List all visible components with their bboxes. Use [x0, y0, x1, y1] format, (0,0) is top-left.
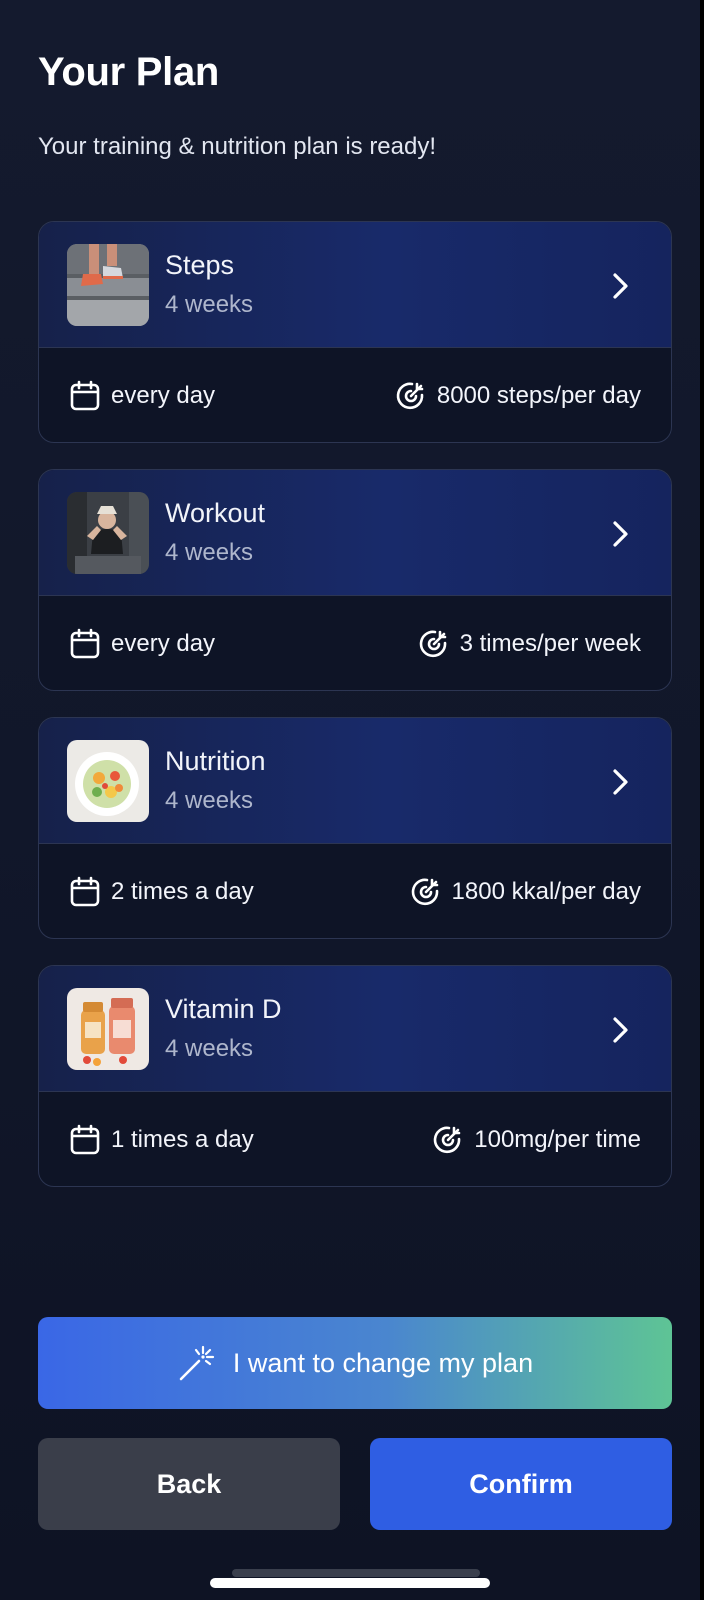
plan-frequency: every day [69, 628, 215, 660]
chevron-right-icon[interactable] [611, 768, 631, 796]
plan-card-vitamin-d: Vitamin D 4 weeks 1 times a day 100mg/pe… [38, 965, 672, 1187]
plan-goal: 100mg/per time [432, 1124, 641, 1156]
plan-goal: 8000 steps/per day [395, 380, 641, 412]
calendar-icon [70, 380, 100, 411]
plan-goal: 1800 kkal/per day [410, 876, 641, 908]
change-plan-label: I want to change my plan [232, 1347, 534, 1378]
plan-goal: 3 times/per week [418, 628, 641, 660]
goal-text: 3 times/per week [459, 630, 641, 657]
back-button[interactable]: Back [38, 1438, 340, 1530]
frequency-text: 2 times a day [111, 878, 254, 905]
frequency-text: 1 times a day [111, 1126, 254, 1153]
plan-name: Steps [165, 250, 235, 280]
magic-wand-icon [179, 1345, 215, 1381]
plan-screen: Your Plan Your training & nutrition plan… [0, 0, 700, 1600]
target-icon [434, 1126, 461, 1154]
frequency-text: every day [111, 630, 216, 657]
calendar-icon [70, 628, 100, 659]
calendar-icon [70, 1124, 100, 1155]
calendar-icon [70, 876, 100, 907]
plan-card-workout: Workout 4 weeks every day 3 times/per we… [38, 469, 672, 691]
vitamin-bottles-photo [67, 987, 149, 1070]
goal-text: 1800 kkal/per day [451, 878, 641, 905]
plan-card-header[interactable]: Workout 4 weeks [39, 470, 671, 596]
plan-card-header[interactable]: Steps 4 weeks [39, 222, 671, 348]
plan-frequency: 2 times a day [69, 876, 254, 908]
plan-name: Workout [165, 498, 266, 528]
plan-duration: 4 weeks [165, 1035, 254, 1062]
plan-duration: 4 weeks [165, 539, 254, 566]
goal-text: 100mg/per time [474, 1126, 641, 1153]
plan-name: Nutrition [165, 746, 266, 776]
chevron-right-icon[interactable] [611, 520, 631, 548]
target-icon [411, 878, 438, 906]
scroll-indicator [232, 1569, 480, 1577]
plan-frequency: 1 times a day [69, 1124, 254, 1156]
plan-card-steps: Steps 4 weeks every day 8000 steps/per d… [38, 221, 672, 443]
workout-photo [67, 491, 149, 574]
page-subtitle: Your training & nutrition plan is ready! [38, 133, 437, 160]
plan-name: Vitamin D [165, 994, 282, 1024]
page-title: Your Plan [38, 50, 220, 94]
plan-duration: 4 weeks [165, 291, 254, 318]
plan-card-nutrition: Nutrition 4 weeks 2 times a day 1800 kka… [38, 717, 672, 939]
plan-card-header[interactable]: Vitamin D 4 weeks [39, 966, 671, 1092]
goal-text: 8000 steps/per day [436, 382, 641, 409]
plan-card-header[interactable]: Nutrition 4 weeks [39, 718, 671, 844]
change-plan-button[interactable]: I want to change my plan [38, 1317, 672, 1409]
salad-photo [67, 739, 149, 822]
running-shoes-photo [67, 243, 149, 326]
chevron-right-icon[interactable] [611, 1016, 631, 1044]
plan-duration: 4 weeks [165, 787, 254, 814]
frequency-text: every day [111, 382, 216, 409]
chevron-right-icon[interactable] [611, 272, 631, 300]
confirm-button[interactable]: Confirm [370, 1438, 672, 1530]
target-icon [396, 382, 424, 410]
target-icon [419, 630, 446, 658]
home-indicator [210, 1578, 490, 1588]
plan-frequency: every day [69, 380, 215, 412]
